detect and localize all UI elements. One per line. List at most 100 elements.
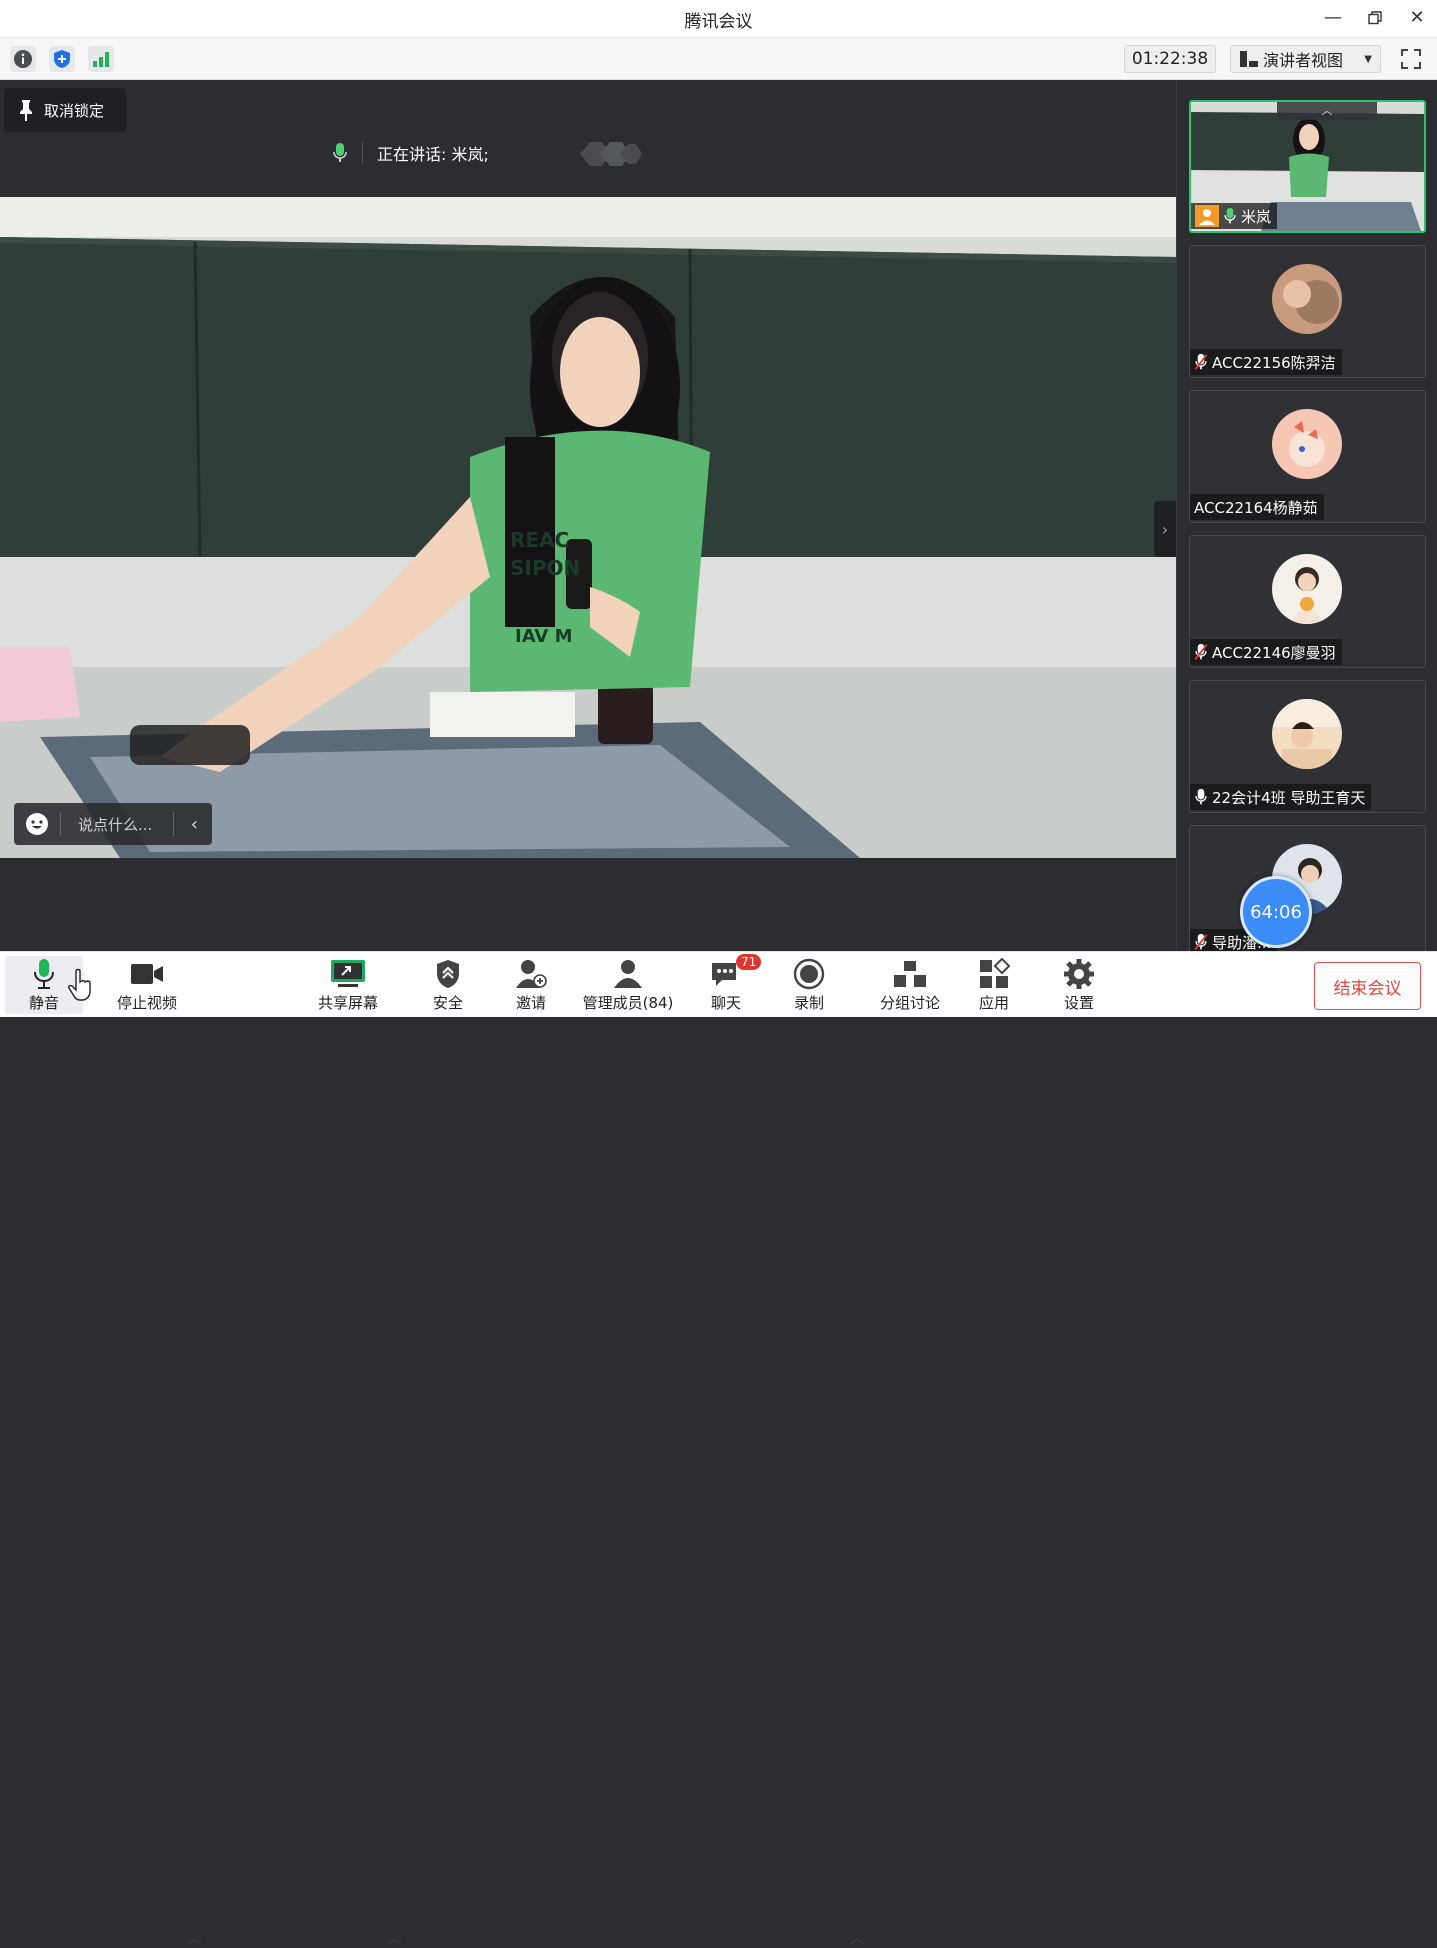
watermark-logo: [580, 142, 642, 166]
mic-icon: [1195, 788, 1207, 805]
avatar: [1272, 409, 1342, 479]
avatar: [1272, 699, 1342, 769]
record-label: 录制: [793, 994, 824, 1012]
view-mode-select[interactable]: 演讲者视图 ▼: [1230, 45, 1381, 73]
participant-name: 22会计4班 导助王育天: [1212, 788, 1366, 807]
participant-name: ACC22146廖曼羽: [1212, 643, 1336, 662]
mic-muted-icon: [1194, 933, 1208, 950]
svg-text:IAV M: IAV M: [515, 626, 573, 647]
shield-icon: [435, 956, 461, 992]
mic-icon: [33, 956, 55, 992]
svg-text:REAC: REAC: [510, 528, 569, 552]
avatar: [1272, 264, 1342, 334]
chevron-down-icon: ▼: [1364, 53, 1372, 65]
members-icon: [612, 956, 644, 992]
speaking-text: 正在讲话: 米岚;: [377, 145, 489, 164]
breakout-label: 分组讨论: [879, 994, 940, 1012]
participant-nameplate: ACC22156陈羿洁: [1190, 349, 1342, 375]
view-mode-label: 演讲者视图: [1263, 51, 1344, 70]
participant-tile[interactable]: 导助潘...: [1189, 825, 1426, 958]
video-camera-icon: [130, 956, 164, 992]
main-video-feed: REAC SIPON IAV M: [0, 197, 1176, 858]
network-signal-icon[interactable]: [88, 46, 114, 72]
divider: [362, 142, 363, 164]
host-icon: [1195, 205, 1219, 227]
meeting-toolbar: 静音 停止视频 ︿ 共享屏幕 ︿ 安全 邀请 管理成员(84) 71 聊天 录制…: [0, 951, 1437, 1947]
security-button[interactable]: 安全: [424, 956, 472, 1014]
record-icon: [793, 956, 825, 992]
cursor-hand-icon: [68, 968, 91, 1001]
main-stage: 取消锁定 正在讲话: 米岚; REAC SIPON IAV M 说点什么... …: [0, 80, 1176, 951]
minimize-icon[interactable]: —: [1318, 4, 1348, 32]
apps-label: 应用: [978, 994, 1009, 1012]
gear-icon: [1063, 956, 1095, 992]
settings-label: 设置: [1063, 994, 1094, 1012]
participant-nameplate: ACC22146廖曼羽: [1190, 639, 1342, 665]
emoji-icon[interactable]: [14, 812, 60, 836]
fullscreen-icon[interactable]: [1398, 46, 1424, 72]
chat-bubble-icon: 71: [710, 954, 762, 992]
stop-video-label: 停止视频: [116, 994, 177, 1012]
close-icon[interactable]: ✕: [1402, 4, 1432, 32]
participant-name: ACC22164杨静茹: [1194, 498, 1318, 517]
chat-button[interactable]: 71 聊天: [702, 954, 762, 1014]
record-button[interactable]: 录制: [785, 956, 833, 1014]
invite-label: 邀请: [515, 994, 546, 1012]
window-title: 腾讯会议: [684, 12, 753, 32]
participant-nameplate: 22会计4班 导助王育天: [1190, 784, 1372, 810]
share-screen-icon: [330, 956, 366, 992]
participant-nameplate: 米岚: [1191, 203, 1278, 229]
apps-grid-icon: [978, 956, 1010, 992]
meeting-timer: 01:22:38: [1124, 45, 1216, 73]
security-label: 安全: [432, 994, 463, 1012]
manage-members-label: 管理成员(84): [582, 994, 674, 1012]
participant-tile[interactable]: ACC22156陈羿洁: [1189, 245, 1426, 378]
unlock-pin-button[interactable]: 取消锁定: [4, 88, 126, 132]
settings-button[interactable]: 设置: [1055, 956, 1103, 1014]
floating-countdown-timer[interactable]: 64:06: [1240, 876, 1312, 948]
quick-chat-bar[interactable]: 说点什么... ‹: [14, 803, 212, 845]
svg-text:SIPON: SIPON: [510, 556, 580, 580]
invite-button[interactable]: 邀请: [507, 956, 555, 1014]
info-icon[interactable]: [10, 46, 36, 72]
add-user-icon: [515, 956, 547, 992]
layout-icon: [1240, 51, 1258, 67]
chevron-right-icon: ›: [1161, 519, 1169, 539]
chevron-left-icon[interactable]: ‹: [191, 814, 198, 835]
chevron-up-icon[interactable]: ︿: [850, 1928, 864, 1948]
end-meeting-button[interactable]: 结束会议: [1314, 962, 1421, 1010]
share-screen-button[interactable]: 共享屏幕: [312, 956, 384, 1014]
avatar: [1272, 554, 1342, 624]
share-screen-label: 共享屏幕: [317, 994, 378, 1012]
unread-badge: 71: [736, 954, 762, 970]
mic-muted-icon: [1194, 353, 1208, 370]
participant-tile[interactable]: ︿ 米岚: [1189, 100, 1426, 233]
participant-name: 米岚: [1241, 207, 1272, 226]
chat-input-placeholder[interactable]: 说点什么...: [61, 814, 173, 835]
participant-nameplate: ACC22164杨静茹: [1190, 494, 1324, 520]
breakout-icon: [893, 956, 927, 992]
mic-active-icon: [333, 143, 347, 162]
chevron-up-icon[interactable]: ︿: [388, 1928, 402, 1948]
apps-button[interactable]: 应用: [970, 956, 1018, 1014]
unlock-label: 取消锁定: [44, 101, 105, 120]
speaker-video-image: REAC SIPON IAV M: [0, 197, 1176, 858]
participant-tile[interactable]: ACC22146廖曼羽: [1189, 535, 1426, 668]
participant-tile[interactable]: 22会计4班 导助王育天: [1189, 680, 1426, 813]
scroll-up-icon[interactable]: ︿: [1277, 102, 1377, 120]
title-bar: 腾讯会议 — ✕: [0, 0, 1437, 38]
pin-icon: [20, 100, 32, 121]
speaking-indicator: 正在讲话: 米岚;: [332, 140, 489, 166]
mic-muted-icon: [1194, 643, 1208, 660]
security-shield-icon[interactable]: [49, 46, 75, 72]
collapse-panel-button[interactable]: ›: [1154, 501, 1176, 557]
breakout-rooms-button[interactable]: 分组讨论: [874, 956, 946, 1014]
stop-video-button[interactable]: 停止视频: [110, 956, 184, 1014]
participant-tile[interactable]: ACC22164杨静茹: [1189, 390, 1426, 523]
chevron-up-icon[interactable]: ︿: [188, 1928, 202, 1948]
mute-label: 静音: [28, 994, 59, 1012]
manage-members-button[interactable]: 管理成员(84): [578, 956, 678, 1014]
meeting-info-bar: 01:22:38 演讲者视图 ▼: [0, 38, 1437, 80]
divider: [173, 812, 174, 836]
restore-icon[interactable]: [1360, 4, 1390, 32]
